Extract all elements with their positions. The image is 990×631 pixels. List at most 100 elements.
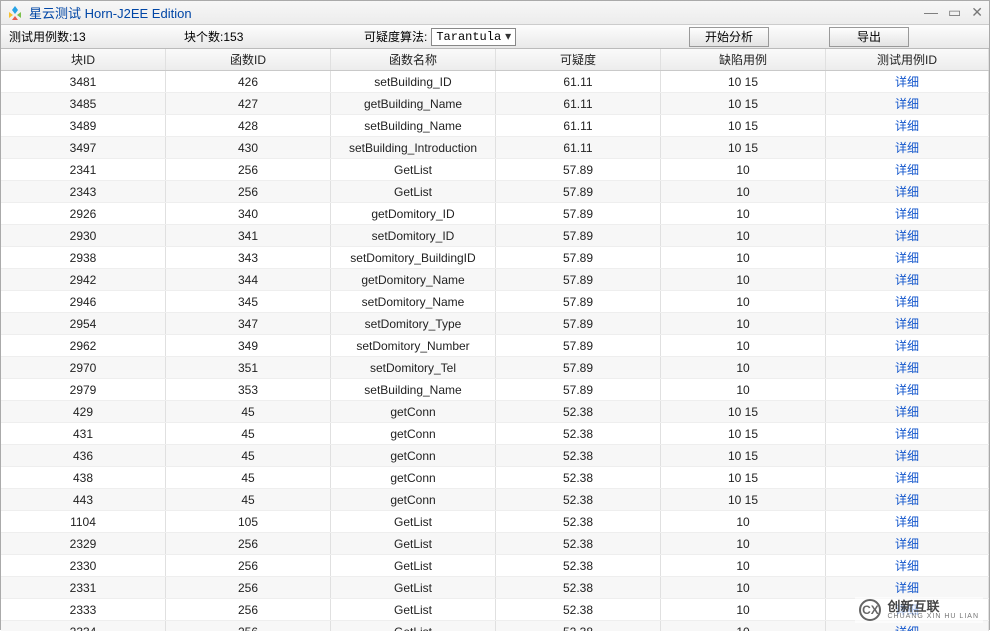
- detail-link[interactable]: 详细: [826, 137, 989, 158]
- minimize-icon[interactable]: —: [924, 4, 938, 21]
- detail-link[interactable]: 详细: [826, 269, 989, 290]
- table-row: 2343256GetList57.8910详细: [1, 181, 989, 203]
- cell-func-id: 45: [166, 467, 331, 488]
- col-fail[interactable]: 缺陷用例: [661, 49, 826, 70]
- cell-func-name: getDomitory_ID: [331, 203, 496, 224]
- col-func-id[interactable]: 函数ID: [166, 49, 331, 70]
- cell-func-id: 426: [166, 71, 331, 92]
- detail-link[interactable]: 详细: [826, 247, 989, 268]
- cell-score: 61.11: [496, 93, 661, 114]
- detail-link[interactable]: 详细: [826, 335, 989, 356]
- detail-link[interactable]: 详细: [826, 577, 989, 598]
- cell-score: 52.38: [496, 511, 661, 532]
- cell-func-name: GetList: [331, 159, 496, 180]
- cell-fail-cases: 10 15: [661, 445, 826, 466]
- detail-link[interactable]: 详细: [826, 181, 989, 202]
- blocks-label: 块个数:: [184, 28, 223, 45]
- detail-link[interactable]: 详细: [826, 511, 989, 532]
- cell-score: 52.38: [496, 445, 661, 466]
- cell-func-id: 351: [166, 357, 331, 378]
- cell-block-id: 2330: [1, 555, 166, 576]
- detail-link[interactable]: 详细: [826, 401, 989, 422]
- col-score[interactable]: 可疑度: [496, 49, 661, 70]
- detail-link[interactable]: 详细: [826, 533, 989, 554]
- col-case-id[interactable]: 测试用例ID: [826, 49, 989, 70]
- detail-link[interactable]: 详细: [826, 115, 989, 136]
- cell-score: 57.89: [496, 313, 661, 334]
- detail-link[interactable]: 详细: [826, 159, 989, 180]
- cell-block-id: 443: [1, 489, 166, 510]
- detail-link[interactable]: 详细: [826, 71, 989, 92]
- algorithm-select[interactable]: Tarantula ▾: [431, 28, 516, 46]
- cell-block-id: 2926: [1, 203, 166, 224]
- cell-func-name: setBuilding_Introduction: [331, 137, 496, 158]
- cell-func-name: getDomitory_Name: [331, 269, 496, 290]
- cell-block-id: 2341: [1, 159, 166, 180]
- cell-func-name: setDomitory_ID: [331, 225, 496, 246]
- table-row: 2329256GetList52.3810详细: [1, 533, 989, 555]
- cell-func-id: 256: [166, 577, 331, 598]
- window-title: 星云测试 Horn-J2EE Edition: [29, 3, 192, 22]
- table-row: 43845getConn52.3810 15详细: [1, 467, 989, 489]
- maximize-icon[interactable]: ▭: [948, 4, 961, 21]
- cell-score: 52.38: [496, 489, 661, 510]
- detail-link[interactable]: 详细: [826, 225, 989, 246]
- table-row: 43145getConn52.3810 15详细: [1, 423, 989, 445]
- chevron-down-icon: ▾: [505, 29, 511, 44]
- cell-func-id: 345: [166, 291, 331, 312]
- cell-score: 61.11: [496, 137, 661, 158]
- cell-func-name: getConn: [331, 467, 496, 488]
- cell-score: 52.38: [496, 533, 661, 554]
- cell-block-id: 2343: [1, 181, 166, 202]
- cell-block-id: 3489: [1, 115, 166, 136]
- detail-link[interactable]: 详细: [826, 357, 989, 378]
- cell-func-id: 45: [166, 445, 331, 466]
- cell-fail-cases: 10: [661, 577, 826, 598]
- analyze-button[interactable]: 开始分析: [689, 27, 769, 47]
- detail-link[interactable]: 详细: [826, 467, 989, 488]
- detail-link[interactable]: 详细: [826, 555, 989, 576]
- detail-link[interactable]: 详细: [826, 203, 989, 224]
- cell-func-id: 349: [166, 335, 331, 356]
- table-row: 2946345setDomitory_Name57.8910详细: [1, 291, 989, 313]
- cell-func-id: 45: [166, 423, 331, 444]
- titlebar: 星云测试 Horn-J2EE Edition — ▭ ✕: [1, 1, 989, 25]
- cell-block-id: 431: [1, 423, 166, 444]
- app-icon: [7, 5, 23, 21]
- col-block-id[interactable]: 块ID: [1, 49, 166, 70]
- detail-link[interactable]: 详细: [826, 445, 989, 466]
- watermark-text-py: CHUANG XIN HU LIAN: [887, 613, 979, 620]
- cell-func-id: 353: [166, 379, 331, 400]
- cell-fail-cases: 10 15: [661, 401, 826, 422]
- cell-func-name: setDomitory_BuildingID: [331, 247, 496, 268]
- col-func-name[interactable]: 函数名称: [331, 49, 496, 70]
- cell-fail-cases: 10 15: [661, 93, 826, 114]
- detail-link[interactable]: 详细: [826, 291, 989, 312]
- cell-score: 52.38: [496, 577, 661, 598]
- cell-func-id: 45: [166, 489, 331, 510]
- detail-link[interactable]: 详细: [826, 423, 989, 444]
- table-row: 2962349setDomitory_Number57.8910详细: [1, 335, 989, 357]
- cell-block-id: 2954: [1, 313, 166, 334]
- detail-link[interactable]: 详细: [826, 313, 989, 334]
- cell-block-id: 2962: [1, 335, 166, 356]
- cell-func-id: 340: [166, 203, 331, 224]
- cell-score: 61.11: [496, 115, 661, 136]
- cell-func-id: 105: [166, 511, 331, 532]
- table-row: 2333256GetList52.3810详细: [1, 599, 989, 621]
- detail-link[interactable]: 详细: [826, 489, 989, 510]
- cell-fail-cases: 10: [661, 291, 826, 312]
- close-icon[interactable]: ✕: [971, 4, 983, 21]
- detail-link[interactable]: 详细: [826, 379, 989, 400]
- table-row: 3485427getBuilding_Name61.1110 15详细: [1, 93, 989, 115]
- detail-link[interactable]: 详细: [826, 93, 989, 114]
- table-row: 2331256GetList52.3810详细: [1, 577, 989, 599]
- table-row: 2942344getDomitory_Name57.8910详细: [1, 269, 989, 291]
- export-button[interactable]: 导出: [829, 27, 909, 47]
- table-row: 1104105GetList52.3810详细: [1, 511, 989, 533]
- cell-func-name: getBuilding_Name: [331, 93, 496, 114]
- cell-func-id: 341: [166, 225, 331, 246]
- watermark: CX 创新互联 CHUANG XIN HU LIAN: [855, 597, 983, 623]
- cell-fail-cases: 10: [661, 181, 826, 202]
- cell-block-id: 2938: [1, 247, 166, 268]
